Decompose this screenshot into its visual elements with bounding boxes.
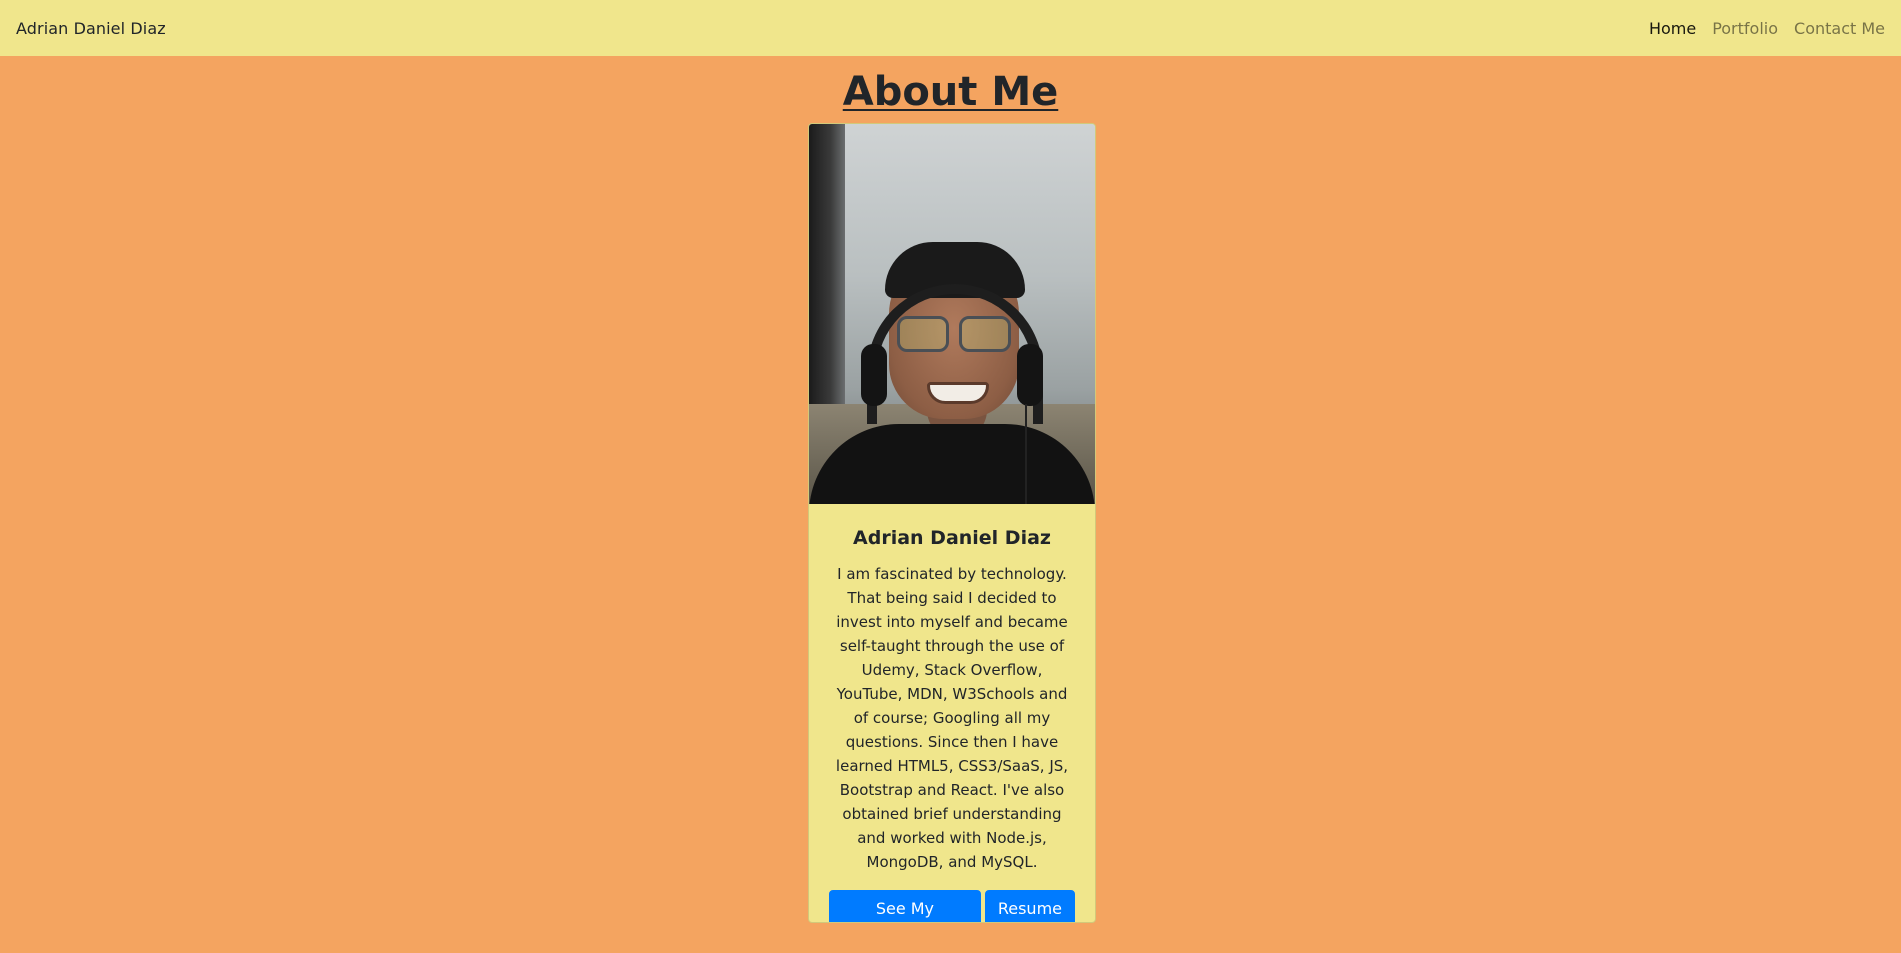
profile-card: Adrian Daniel Diaz I am fascinated by te… bbox=[808, 123, 1096, 923]
profile-photo bbox=[809, 124, 1095, 504]
navbar-brand[interactable]: Adrian Daniel Diaz bbox=[16, 19, 166, 38]
page-title: About Me bbox=[842, 69, 1059, 115]
resume-button[interactable]: Resume bbox=[984, 890, 1075, 922]
profile-bio: I am fascinated by technology. That bein… bbox=[835, 565, 1069, 871]
nav-links: Home Portfolio Contact Me bbox=[1633, 19, 1885, 38]
nav-link-portfolio[interactable]: Portfolio bbox=[1712, 19, 1778, 38]
card-body: Adrian Daniel Diaz I am fascinated by te… bbox=[809, 504, 1095, 922]
navbar: Adrian Daniel Diaz Home Portfolio Contac… bbox=[0, 0, 1901, 56]
profile-name: Adrian Daniel Diaz bbox=[853, 527, 1051, 549]
nav-link-home[interactable]: Home bbox=[1649, 19, 1696, 38]
nav-link-contact-me[interactable]: Contact Me bbox=[1794, 19, 1885, 38]
card-buttons: See My Portfolio Resume bbox=[829, 890, 1075, 922]
see-portfolio-button[interactable]: See My Portfolio bbox=[829, 890, 981, 922]
